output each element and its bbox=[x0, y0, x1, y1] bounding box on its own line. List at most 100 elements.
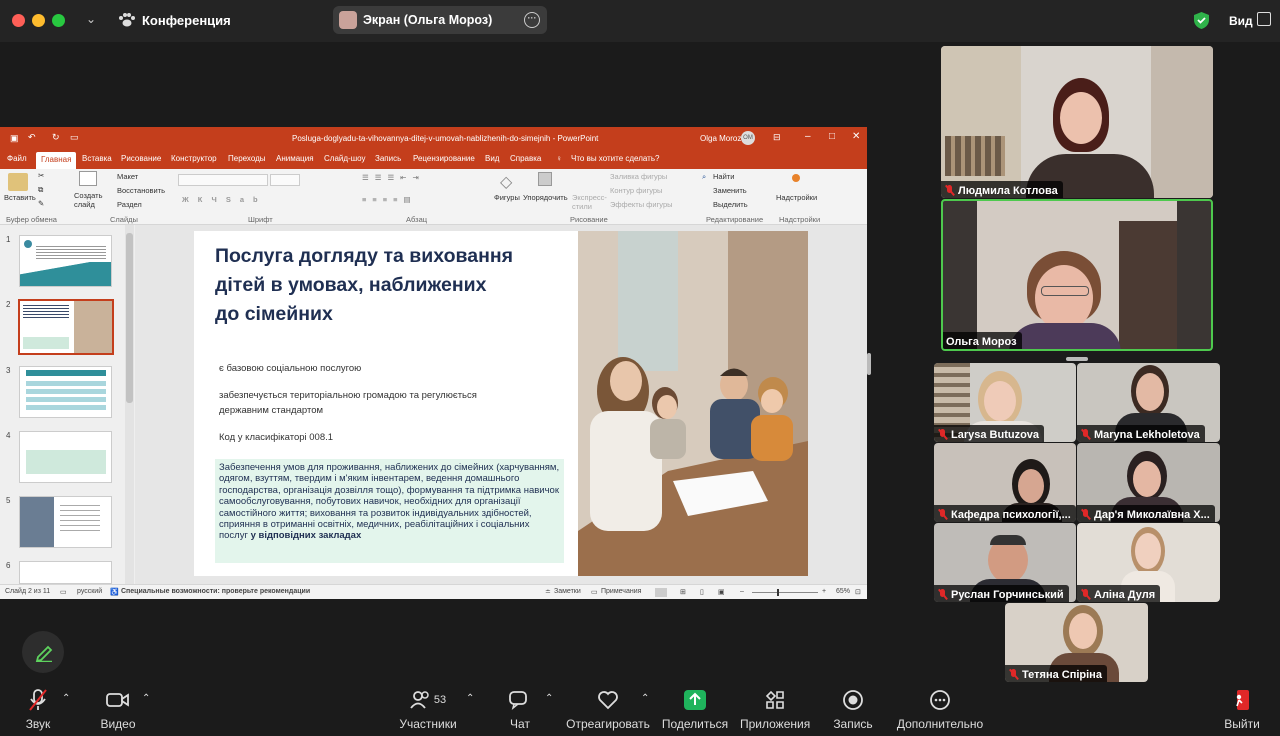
video-options-caret[interactable]: ⌃ bbox=[142, 693, 150, 704]
find-button[interactable]: Найти bbox=[713, 172, 734, 181]
slideshow-icon[interactable]: ▭ bbox=[70, 132, 79, 143]
language[interactable]: русский bbox=[77, 588, 102, 595]
current-slide[interactable]: Послуга догляду та виховання дітей в умо… bbox=[194, 231, 808, 576]
accessibility-status[interactable]: Специальные возможности: проверьте реком… bbox=[121, 588, 310, 595]
participant-tile[interactable]: Maryna Lekholetova bbox=[1077, 363, 1220, 442]
tab-animation[interactable]: Анимация bbox=[276, 154, 314, 163]
tab-insert[interactable]: Вставка bbox=[82, 154, 112, 163]
shape-outline-button[interactable]: Контур фигуры bbox=[610, 186, 662, 195]
chat-options-caret[interactable]: ⌃ bbox=[545, 693, 553, 704]
paste-button[interactable]: Вставить bbox=[4, 193, 36, 202]
slideshow-view-icon[interactable]: ▣ bbox=[718, 588, 725, 596]
reading-view-icon[interactable]: ▯ bbox=[700, 588, 704, 596]
slide-thumbnail-4[interactable] bbox=[19, 431, 112, 483]
chevron-down-icon[interactable]: ⌄ bbox=[86, 12, 96, 26]
annotate-button[interactable] bbox=[22, 631, 64, 673]
tab-record[interactable]: Запись bbox=[375, 154, 401, 163]
addins-button[interactable]: Надстройки bbox=[776, 193, 817, 202]
font-size-dropdown[interactable] bbox=[270, 174, 300, 186]
participant-tile[interactable]: Аліна Дуля bbox=[1077, 523, 1220, 602]
comments-button[interactable]: Примечания bbox=[601, 588, 641, 595]
participant-tile[interactable]: Людмила Котлова bbox=[941, 46, 1213, 198]
tab-slideshow[interactable]: Слайд-шоу bbox=[324, 154, 365, 163]
shapes-icon[interactable]: ◇ bbox=[500, 172, 512, 192]
ribbon-display-icon[interactable]: ⊟ bbox=[773, 132, 781, 143]
video-button[interactable]: Видео bbox=[96, 683, 140, 731]
thumbnail-scrollbar[interactable] bbox=[125, 225, 134, 584]
share-screen-button[interactable]: Поделиться bbox=[661, 683, 729, 731]
paragraph-align-icons[interactable]: ≡≡≡≡▤ bbox=[362, 195, 417, 204]
format-painter-icon[interactable]: ✎ bbox=[38, 199, 44, 208]
spellcheck-icon[interactable]: ▭ bbox=[60, 588, 67, 596]
select-button[interactable]: Выделить bbox=[713, 200, 748, 209]
leave-button[interactable]: Выйти bbox=[1222, 683, 1262, 731]
splitter-handle[interactable] bbox=[867, 353, 871, 375]
minimize-window-button[interactable] bbox=[32, 14, 45, 27]
arrange-button[interactable]: Упорядочить bbox=[523, 193, 568, 202]
new-slide-button[interactable]: Создать слайд bbox=[74, 191, 106, 209]
cut-icon[interactable]: ✂ bbox=[38, 171, 44, 180]
record-button[interactable]: Запись bbox=[830, 683, 876, 731]
participants-options-caret[interactable]: ⌃ bbox=[466, 693, 474, 704]
arrange-icon[interactable] bbox=[538, 172, 552, 186]
audio-options-caret[interactable]: ⌃ bbox=[62, 693, 70, 704]
tab-help[interactable]: Справка bbox=[510, 154, 541, 163]
tab-draw[interactable]: Рисование bbox=[121, 154, 161, 163]
reset-button[interactable]: Восстановить bbox=[117, 186, 165, 195]
shape-effects-button[interactable]: Эффекты фигуры bbox=[610, 200, 673, 209]
layout-button[interactable]: Макет bbox=[117, 172, 138, 181]
tab-design[interactable]: Конструктор bbox=[171, 154, 217, 163]
slide-thumbnail-1[interactable] bbox=[19, 235, 112, 287]
close-ppt-icon[interactable]: ✕ bbox=[852, 131, 860, 142]
maximize-window-button[interactable] bbox=[52, 14, 65, 27]
zoom-in-icon[interactable]: + bbox=[822, 588, 826, 595]
tab-review[interactable]: Рецензирование bbox=[413, 154, 475, 163]
notes-button[interactable]: Заметки bbox=[554, 588, 581, 595]
participant-tile[interactable]: Дар'я Миколаївна Х... bbox=[1077, 443, 1220, 522]
audio-button[interactable]: Звук bbox=[16, 683, 60, 731]
slide-thumbnail-2[interactable] bbox=[18, 299, 114, 355]
sorter-view-icon[interactable]: ⊞ bbox=[680, 588, 686, 596]
more-button[interactable]: Дополнительно bbox=[896, 683, 984, 731]
undo-icon[interactable]: ↶ bbox=[28, 132, 36, 143]
close-window-button[interactable] bbox=[12, 14, 25, 27]
tab-transitions[interactable]: Переходы bbox=[228, 154, 266, 163]
section-button[interactable]: Раздел bbox=[117, 200, 142, 209]
zoom-out-icon[interactable]: – bbox=[740, 588, 744, 595]
participant-tile[interactable]: Тетяна Спіріна bbox=[1005, 603, 1148, 682]
tab-file[interactable]: Файл bbox=[7, 154, 27, 163]
slide-thumbnail-5[interactable] bbox=[19, 496, 112, 548]
participant-tile[interactable]: Кафедра психології,... bbox=[934, 443, 1076, 522]
paste-icon[interactable] bbox=[8, 173, 28, 191]
minimize-ppt-icon[interactable]: – bbox=[805, 131, 811, 142]
replace-button[interactable]: Заменить bbox=[713, 186, 747, 195]
maximize-ppt-icon[interactable]: □ bbox=[829, 131, 835, 142]
gallery-resize-handle[interactable] bbox=[1066, 357, 1088, 361]
quick-styles-button[interactable]: Экспресс-стили bbox=[572, 193, 607, 211]
react-options-caret[interactable]: ⌃ bbox=[641, 693, 649, 704]
tab-view[interactable]: Вид bbox=[485, 154, 499, 163]
zoom-level[interactable]: 65% bbox=[836, 588, 850, 595]
slide-thumbnail-3[interactable] bbox=[19, 366, 112, 418]
addins-icon[interactable] bbox=[792, 174, 800, 182]
view-button[interactable]: Вид bbox=[1229, 14, 1253, 28]
participant-tile[interactable]: Руслан Горчинський bbox=[934, 523, 1076, 602]
participants-button[interactable]: 53 Участники bbox=[398, 683, 458, 731]
tab-home[interactable]: Главная bbox=[36, 152, 77, 169]
save-icon[interactable]: ▣ bbox=[10, 133, 19, 144]
react-button[interactable]: Отреагировать bbox=[566, 683, 650, 731]
normal-view-icon[interactable] bbox=[655, 588, 667, 597]
paragraph-list-icons[interactable]: ☰☰☰⇤⇥ bbox=[362, 173, 425, 182]
more-options-icon[interactable]: ··· bbox=[524, 12, 540, 28]
chat-button[interactable]: Чат bbox=[500, 683, 540, 731]
zoom-slider[interactable] bbox=[752, 592, 818, 593]
screen-share-pill[interactable]: Экран (Ольга Мороз) ··· bbox=[333, 6, 547, 34]
copy-icon[interactable]: ⧉ bbox=[38, 185, 43, 195]
shield-check-icon[interactable] bbox=[1193, 11, 1210, 30]
zoom-slider-thumb[interactable] bbox=[777, 589, 779, 596]
font-name-dropdown[interactable] bbox=[178, 174, 268, 186]
participant-tile-active-speaker[interactable]: Ольга Мороз bbox=[941, 199, 1213, 351]
redo-icon[interactable]: ↻ bbox=[52, 132, 60, 143]
shape-fill-button[interactable]: Заливка фигуры bbox=[610, 172, 667, 181]
slide-thumbnail-6[interactable] bbox=[19, 561, 112, 584]
